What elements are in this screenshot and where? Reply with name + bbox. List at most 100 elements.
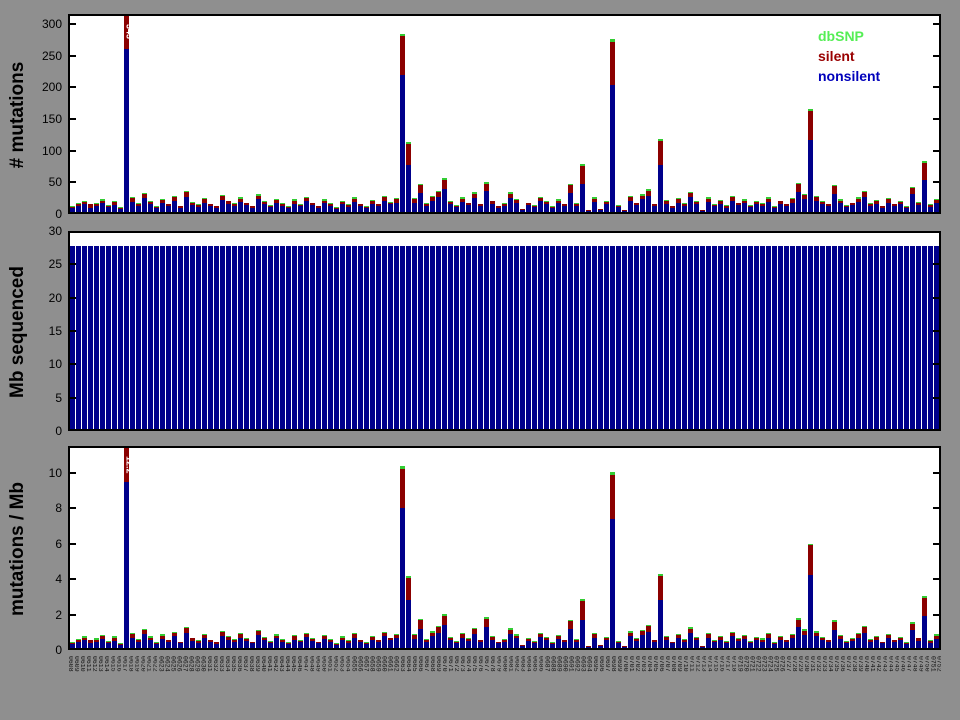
bar (316, 205, 321, 212)
x-tick-label: 0711 (689, 656, 695, 672)
x-tick-label: 0737 (846, 656, 852, 672)
bar (784, 639, 789, 648)
y-tick (933, 471, 941, 474)
bar (910, 245, 915, 429)
bar (340, 200, 345, 212)
bar (706, 197, 711, 212)
bar (358, 203, 363, 212)
bar (352, 197, 357, 212)
x-tick-label: 0741 (870, 656, 876, 672)
y-tick-label: 0 (55, 643, 62, 657)
x-tick-label: 0657 (363, 656, 369, 672)
bar (388, 201, 393, 212)
y-tick-label: 10 (48, 357, 62, 372)
bar (670, 641, 675, 648)
bar (88, 245, 93, 429)
bar (808, 109, 813, 212)
bar (748, 205, 753, 212)
bar (550, 642, 555, 648)
bar (328, 203, 333, 212)
y-tick (933, 648, 941, 650)
x-tick-label: 0636 (236, 656, 242, 672)
bar (466, 202, 471, 212)
x-tick-label: 0698 (610, 656, 616, 672)
x-tick-label: 0699 (616, 656, 622, 672)
bar (676, 633, 681, 648)
figure: # mutations Mb sequenced mutations / Mb … (0, 0, 960, 720)
bar (562, 245, 567, 429)
x-tick-label: 0670 (441, 656, 447, 672)
bar (328, 245, 333, 429)
bar (352, 245, 357, 429)
x-tick-label: 0609 (74, 656, 80, 672)
bar (244, 202, 249, 212)
x-tick-label: 0616 (116, 656, 122, 672)
bar (424, 638, 429, 648)
bar (868, 245, 873, 429)
bar (184, 245, 189, 429)
bar (628, 631, 633, 648)
bar (292, 245, 297, 429)
bar (472, 628, 477, 648)
bar (904, 206, 909, 212)
x-tick-label: 0718 (731, 656, 737, 672)
bar (922, 160, 927, 212)
bar (280, 638, 285, 648)
bar (712, 245, 717, 429)
x-tick-label: 0716 (719, 656, 725, 672)
x-tick-label: 0668 (429, 656, 435, 672)
x-tick-label: 0712 (695, 656, 701, 672)
bar (934, 245, 939, 429)
bar (472, 192, 477, 212)
bar (664, 245, 669, 429)
bar (544, 245, 549, 429)
bar (514, 245, 519, 429)
bar (112, 200, 117, 212)
x-tick-label: 0673 (460, 656, 466, 672)
bar (88, 639, 93, 648)
bar (430, 195, 435, 212)
x-tick-label: 0700 (622, 656, 628, 672)
bar (712, 640, 717, 648)
bar (274, 198, 279, 212)
x-tick-label: 0659 (375, 656, 381, 672)
bar (838, 199, 843, 212)
bar (874, 200, 879, 212)
y-tick (933, 363, 941, 366)
bar (346, 204, 351, 212)
mutations-panel: dbSNP silent nonsilent 343 (68, 14, 941, 214)
bar (598, 208, 603, 212)
bar (190, 637, 195, 648)
bar (568, 245, 573, 429)
bar (844, 245, 849, 429)
bar (802, 245, 807, 429)
x-tick-label: 0639 (254, 656, 260, 672)
bar (694, 637, 699, 648)
bar (76, 203, 81, 212)
bar (808, 543, 813, 648)
bar (580, 598, 585, 648)
bar (364, 245, 369, 429)
y-tick (68, 613, 76, 616)
y-tick (68, 363, 76, 366)
bar (316, 245, 321, 429)
bar (454, 640, 459, 648)
x-tick-label: 0652 (333, 656, 339, 672)
bar (178, 641, 183, 648)
y-tick (68, 54, 76, 57)
bar (736, 202, 741, 212)
x-tick-label: 0663 (399, 656, 405, 672)
bar (748, 245, 753, 429)
bar (184, 626, 189, 648)
bar (346, 245, 351, 429)
bar (382, 196, 387, 212)
bar (400, 245, 405, 429)
peak-total-label: 343 (124, 24, 135, 40)
bar (898, 245, 903, 429)
bar (268, 205, 273, 212)
bar (868, 203, 873, 212)
x-tick-label: 0740 (864, 656, 870, 672)
bar (658, 139, 663, 212)
bar (82, 200, 87, 212)
bar (778, 245, 783, 429)
